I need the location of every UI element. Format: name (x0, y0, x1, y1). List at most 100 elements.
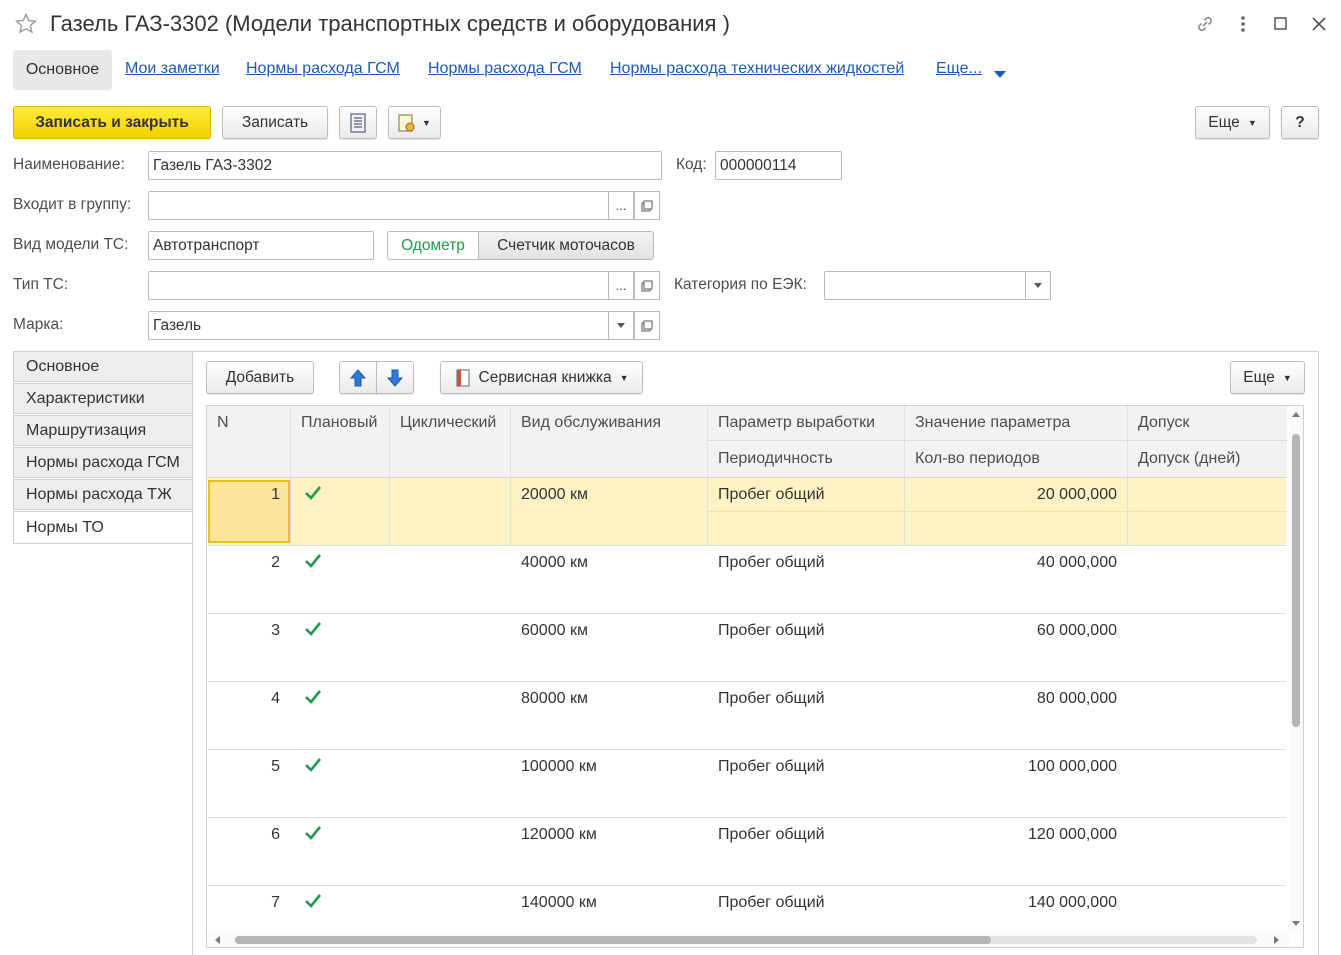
code-label: Код: (676, 156, 707, 173)
cell-n: 1 (271, 486, 280, 503)
move-up-button[interactable] (339, 361, 377, 394)
cell-service: 100000 км (521, 758, 597, 775)
cell-param: Пробег общий (718, 622, 825, 639)
col-periodicity-header[interactable]: Периодичность (718, 450, 833, 468)
code-field[interactable]: 000000114 (715, 151, 842, 180)
cell-value: 80 000,000 (1036, 690, 1117, 707)
service-book-label: Сервисная книжка (478, 368, 612, 386)
col-param-value-header[interactable]: Значение параметра (915, 414, 1070, 432)
col-param-header[interactable]: Параметр выработки (718, 414, 875, 432)
scroll-up-icon[interactable] (1292, 412, 1300, 417)
side-tab-fuel-norms[interactable]: Нормы расхода ГСМ (13, 447, 193, 478)
nav-tab-notes[interactable]: Мои заметки (125, 60, 220, 78)
check-icon (304, 688, 322, 706)
save-and-close-button[interactable]: Записать и закрыть (13, 106, 211, 139)
check-icon (304, 552, 322, 570)
brand-field[interactable]: Газель (148, 311, 610, 340)
book-icon (456, 369, 469, 386)
vehicle-type-label: Тип ТС: (13, 276, 69, 293)
save-button[interactable]: Записать (222, 106, 328, 139)
nav-tab-main[interactable]: Основное (13, 50, 112, 90)
col-divider (290, 406, 291, 546)
cell-value: 100 000,000 (1028, 758, 1117, 775)
vertical-scroll-thumb[interactable] (1292, 434, 1300, 727)
scroll-right-icon[interactable] (1274, 936, 1279, 944)
chevron-down-icon (617, 323, 625, 328)
vehicle-type-field[interactable] (148, 271, 610, 300)
col-planned-header[interactable]: Плановый (301, 414, 377, 432)
vehicle-type-select-button[interactable]: ... (608, 271, 634, 300)
arrow-down-icon (387, 369, 403, 387)
col-divider (510, 406, 511, 546)
cell-service: 80000 км (521, 690, 588, 707)
cell-value: 120 000,000 (1028, 826, 1117, 843)
vehicle-type-open-button[interactable] (634, 271, 660, 300)
cell-param: Пробег общий (718, 758, 825, 775)
cell-value: 140 000,000 (1028, 894, 1117, 911)
chevron-down-icon (994, 66, 1006, 78)
more-button[interactable]: Еще ▼ (1195, 106, 1270, 139)
cell-n: 7 (271, 894, 280, 911)
more-vertical-icon[interactable] (1238, 14, 1248, 34)
col-tolerance-days-header[interactable]: Допуск (дней) (1138, 450, 1241, 468)
side-tab-routing[interactable]: Маршрутизация (13, 415, 193, 446)
service-book-button[interactable]: Сервисная книжка ▼ (440, 361, 643, 394)
report-menu-button[interactable]: ▼ (388, 106, 441, 139)
move-down-button[interactable] (376, 361, 414, 394)
vertical-scrollbar[interactable] (1289, 406, 1303, 932)
selected-row-subline (707, 511, 1287, 512)
open-window-icon (641, 280, 653, 291)
table-more-label: Еще (1243, 368, 1275, 386)
hours-counter-toggle[interactable]: Счетчик моточасов (478, 231, 654, 260)
side-tab-maintenance-norms[interactable]: Нормы ТО (13, 511, 193, 544)
col-cyclic-header[interactable]: Циклический (400, 414, 496, 432)
horizontal-scroll-thumb[interactable] (235, 936, 991, 944)
col-divider (904, 406, 905, 546)
model-type-label: Вид модели ТС: (13, 236, 129, 253)
maximize-icon[interactable] (1273, 16, 1289, 32)
close-icon[interactable] (1310, 15, 1328, 33)
col-period-count-header[interactable]: Кол-во периодов (915, 450, 1040, 468)
scroll-down-icon[interactable] (1292, 921, 1300, 926)
category-dropdown-button[interactable] (1025, 271, 1051, 300)
name-label: Наименование: (13, 156, 125, 173)
cell-value: 20 000,000 (1036, 486, 1117, 503)
header-divider (707, 440, 1287, 441)
cell-param: Пробег общий (718, 826, 825, 843)
col-service-header[interactable]: Вид обслуживания (521, 414, 661, 432)
category-field[interactable] (824, 271, 1027, 300)
side-tab-fluid-norms[interactable]: Нормы расхода ТЖ (13, 479, 193, 510)
group-field[interactable] (148, 191, 610, 220)
help-button[interactable]: ? (1281, 106, 1319, 139)
horizontal-scrollbar[interactable] (207, 932, 1289, 947)
table-more-button[interactable]: Еще ▼ (1230, 361, 1305, 394)
group-select-button[interactable]: ... (608, 191, 634, 220)
name-field[interactable]: Газель ГАЗ-3302 (148, 151, 662, 180)
model-type-field[interactable]: Автотранспорт (148, 231, 374, 260)
list-view-button[interactable] (339, 106, 377, 139)
scroll-left-icon[interactable] (215, 936, 220, 944)
check-icon (304, 824, 322, 842)
side-tab-main[interactable]: Основное (13, 351, 193, 382)
cell-param: Пробег общий (718, 554, 825, 571)
col-tolerance-header[interactable]: Допуск (1138, 414, 1189, 432)
cell-service: 20000 км (521, 486, 588, 503)
brand-open-button[interactable] (634, 311, 660, 340)
nav-tab-fuel-norms-2[interactable]: Нормы расхода ГСМ (428, 60, 582, 78)
col-n-header[interactable]: N (217, 414, 229, 432)
add-button[interactable]: Добавить (206, 361, 314, 394)
link-icon[interactable] (1194, 13, 1216, 35)
brand-dropdown-button[interactable] (608, 311, 634, 340)
check-icon (304, 756, 322, 774)
nav-tab-fuel-norms-1[interactable]: Нормы расхода ГСМ (246, 60, 400, 78)
side-tab-characteristics[interactable]: Характеристики (13, 383, 193, 414)
odometer-toggle[interactable]: Одометр (387, 231, 479, 260)
nav-tab-more[interactable]: Еще... (936, 60, 982, 78)
cell-value: 40 000,000 (1036, 554, 1117, 571)
nav-tab-fluid-norms[interactable]: Нормы расхода технических жидкостей (610, 60, 904, 78)
open-window-icon (641, 320, 653, 331)
more-label: Еще (1208, 113, 1240, 131)
check-icon (304, 892, 322, 910)
group-open-button[interactable] (634, 191, 660, 220)
favorite-star-icon[interactable] (14, 12, 38, 36)
